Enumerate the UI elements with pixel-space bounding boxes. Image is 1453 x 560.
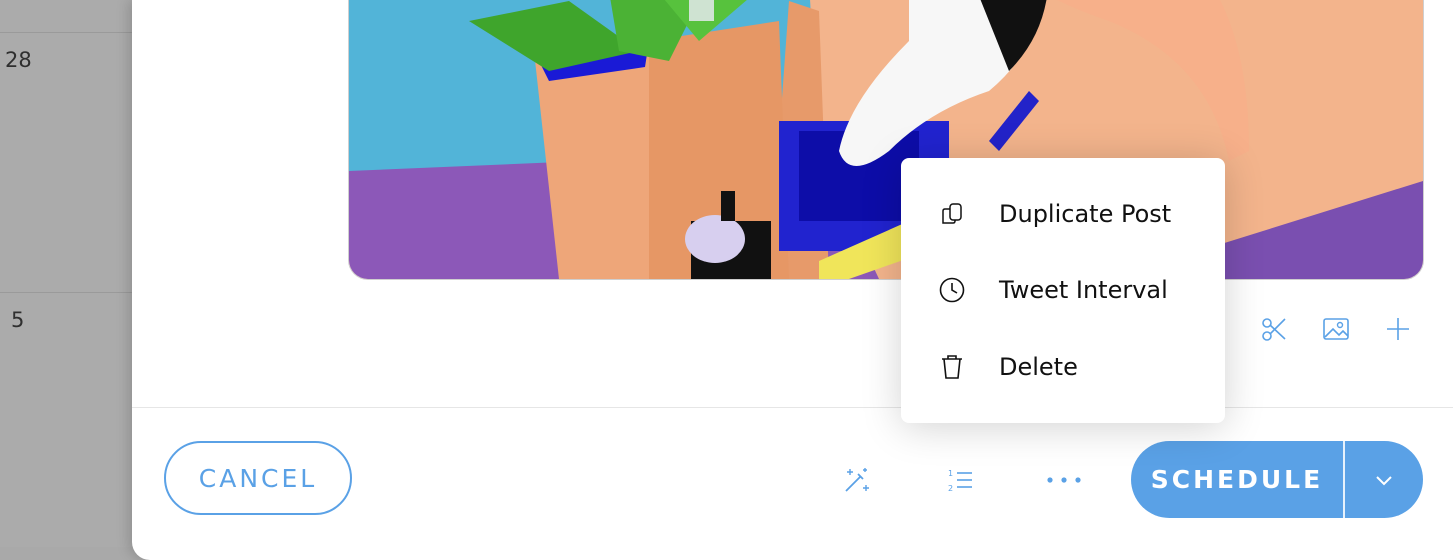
svg-text:1: 1 <box>948 469 953 478</box>
image-icon <box>1323 318 1349 340</box>
trash-icon <box>937 352 967 382</box>
schedule-split-button: SCHEDULE <box>1131 441 1423 518</box>
numbered-list-icon: 1 2 <box>948 469 972 493</box>
cat-plant-illustration <box>349 0 1423 279</box>
crop-tool[interactable] <box>1259 314 1289 344</box>
ai-assist-button[interactable] <box>838 462 874 498</box>
svg-text:2: 2 <box>948 484 953 493</box>
chevron-down-icon <box>1376 475 1392 485</box>
clock-icon <box>937 275 967 305</box>
menu-item-duplicate-post[interactable]: Duplicate Post <box>901 184 1225 244</box>
footer-divider <box>132 407 1453 408</box>
menu-item-delete[interactable]: Delete <box>901 337 1225 397</box>
schedule-button[interactable]: SCHEDULE <box>1131 441 1343 518</box>
cancel-button[interactable]: CANCEL <box>164 441 352 515</box>
menu-item-label: Tweet Interval <box>999 276 1168 304</box>
magic-wand-icon <box>845 468 869 492</box>
scissors-icon <box>1262 318 1286 341</box>
plus-icon <box>1387 318 1409 340</box>
menu-item-label: Delete <box>999 353 1078 381</box>
duplicate-icon <box>937 199 967 229</box>
menu-item-tweet-interval[interactable]: Tweet Interval <box>901 260 1225 320</box>
calendar-day-number[interactable]: 5 <box>11 308 24 332</box>
post-options-menu: Duplicate Post Tweet Interval Delete <box>901 158 1225 423</box>
schedule-options-dropdown[interactable] <box>1345 441 1423 518</box>
more-dots-icon <box>1047 477 1081 483</box>
post-image-attachment[interactable] <box>348 0 1424 280</box>
add-image-tool[interactable] <box>1321 314 1351 344</box>
thread-numbering-button[interactable]: 1 2 <box>942 462 978 498</box>
add-media-tool[interactable] <box>1383 314 1413 344</box>
calendar-day-number[interactable]: 28 <box>5 48 32 72</box>
menu-item-label: Duplicate Post <box>999 200 1172 228</box>
schedule-separator <box>1343 441 1345 518</box>
more-options-button[interactable] <box>1046 462 1082 498</box>
